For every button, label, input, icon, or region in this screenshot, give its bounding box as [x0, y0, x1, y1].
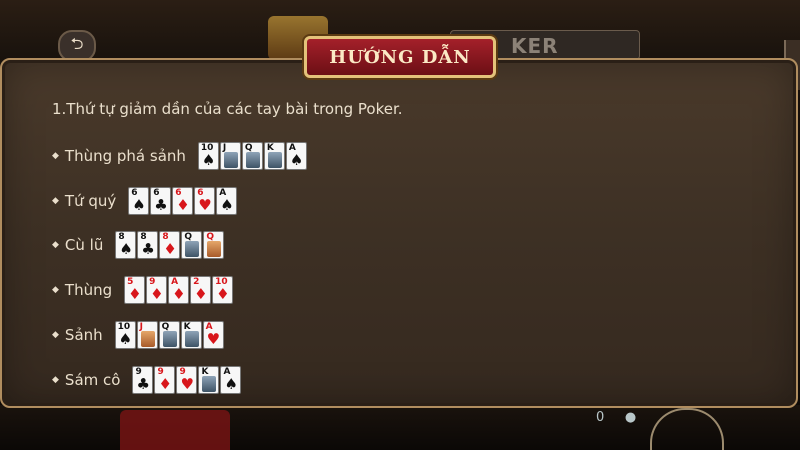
card-rank: Q — [161, 322, 170, 332]
playing-card-icon: 2 ♦ — [190, 276, 212, 304]
dialog-title: HƯỚNG DẪN — [329, 46, 471, 68]
playing-card-icon: 8 ♣ — [137, 231, 159, 259]
hand-row: ◆ Thùng 5 ♦ 9 ♦ A ♦ 2 ♦ 10 ♦ — [52, 276, 234, 304]
playing-card-icon: 9 ♦ — [146, 276, 168, 304]
card-suit-icon: ♠ — [224, 375, 238, 393]
card-suit-icon: ♦ — [194, 285, 208, 303]
card-suit-icon: ♠ — [201, 151, 216, 169]
hand-name: Sám cô — [64, 371, 121, 389]
playing-card-icon: 10 ♦ — [212, 276, 234, 304]
card-suit-icon: ♠ — [118, 330, 133, 348]
playing-card-icon: J♦ — [136, 321, 158, 349]
card-suit-icon: ♦ — [163, 240, 177, 258]
bullet-icon: ◆ — [52, 196, 59, 206]
playing-card-icon: 6 ♣ — [150, 187, 172, 215]
card-suit-icon: ♦ — [172, 285, 186, 303]
hand-row: ◆ Sảnh 10♠J♦Q♣K♣A♥ — [52, 321, 224, 349]
hand-name: Cù lũ — [64, 236, 104, 254]
card-suit-icon: ♥ — [206, 330, 221, 348]
card-rank: Q — [206, 232, 215, 242]
hand-name: Thùng phá sảnh — [64, 147, 186, 165]
playing-card-icon: Q♠ — [241, 142, 263, 170]
dialog-title-badge: HƯỚNG DẪN — [304, 36, 496, 78]
hand-name: Tứ quý — [64, 192, 117, 210]
card-rank: K — [183, 322, 191, 332]
card-suit-icon: ♠ — [119, 240, 133, 258]
card-group: 9♣9♦9♥K♣A♠ — [132, 366, 242, 394]
card-rank: K — [201, 367, 209, 377]
hand-name: Sảnh — [64, 326, 103, 344]
card-suit-icon: ♦ — [158, 375, 172, 393]
bullet-icon: ◆ — [52, 285, 59, 295]
card-suit-icon: ♣ — [141, 240, 155, 258]
playing-card-icon: 9 ♦ — [154, 366, 176, 394]
card-suit-icon: ♦ — [216, 285, 230, 303]
playing-card-icon: Q♦ — [203, 231, 225, 259]
card-group: 8♠8♣8♦Q♣Q♦ — [115, 231, 225, 259]
card-rank: Q — [244, 143, 253, 153]
card-suit-icon: ♦ — [128, 285, 142, 303]
playing-card-icon: A ♠ — [220, 366, 242, 394]
guide-intro-text: 1.Thứ tự giảm dần của các tay bài trong … — [52, 100, 403, 118]
card-suit-icon: ♦ — [150, 285, 164, 303]
hand-name: Thùng — [64, 281, 113, 299]
card-suit-icon: ♥ — [198, 196, 212, 214]
card-suit-icon: ♦ — [176, 196, 190, 214]
playing-card-icon: 8 ♦ — [159, 231, 181, 259]
playing-card-icon: K♠ — [263, 142, 285, 170]
playing-card-icon: A ♥ — [202, 321, 224, 349]
playing-card-icon: A ♦ — [168, 276, 190, 304]
card-group: 10♠J♠Q♠K♠A♠ — [197, 142, 307, 170]
playing-card-icon: 10 ♠ — [114, 321, 136, 349]
playing-card-icon: 10 ♠ — [197, 142, 219, 170]
card-suit-icon: ♠ — [132, 196, 146, 214]
hand-row: ◆Sám cô9♣9♦9♥K♣A♠ — [52, 366, 242, 394]
card-rank: Q — [184, 232, 193, 242]
playing-card-icon: 6 ♠ — [128, 187, 150, 215]
card-rank: J — [139, 322, 144, 332]
card-suit-icon: ♠ — [220, 196, 234, 214]
card-group: 5 ♦ 9 ♦ A ♦ 2 ♦ 10 ♦ — [124, 276, 234, 304]
hand-row: ◆Cù lũ8♠8♣8♦Q♣Q♦ — [52, 231, 225, 259]
card-suit-icon: ♣ — [136, 375, 150, 393]
playing-card-icon: 8 ♠ — [115, 231, 137, 259]
card-rank: J — [222, 143, 227, 153]
card-rank: K — [266, 143, 274, 153]
hand-row: ◆Thùng phá sảnh10♠J♠Q♠K♠A♠ — [52, 142, 307, 170]
card-suit-icon: ♣ — [154, 196, 168, 214]
playing-card-icon: K♣ — [198, 366, 220, 394]
bullet-icon: ◆ — [52, 240, 59, 250]
playing-card-icon: A ♠ — [216, 187, 238, 215]
hand-row: ◆ Tứ quý 6 ♠ 6 ♣ 6 ♦ 6 ♥ A ♠ — [52, 187, 238, 215]
playing-card-icon: J♠ — [219, 142, 241, 170]
bullet-icon: ◆ — [52, 375, 59, 385]
bottom-status-icons: 0 ● — [596, 410, 637, 425]
playing-card-icon: K♣ — [180, 321, 202, 349]
playing-card-icon: Q♣ — [181, 231, 203, 259]
playing-card-icon: 9 ♥ — [176, 366, 198, 394]
playing-card-icon: 9 ♣ — [132, 366, 154, 394]
card-group: 10♠J♦Q♣K♣A♥ — [114, 321, 224, 349]
playing-card-icon: A ♠ — [285, 142, 307, 170]
playing-card-icon: 6 ♦ — [172, 187, 194, 215]
bullet-icon: ◆ — [52, 330, 59, 340]
playing-card-icon: 6 ♥ — [194, 187, 216, 215]
playing-card-icon: 5 ♦ — [124, 276, 146, 304]
bullet-icon: ◆ — [52, 151, 59, 161]
table-chair — [120, 410, 230, 450]
card-suit-icon: ♥ — [180, 375, 194, 393]
back-arrow-icon: ⮌ — [70, 33, 84, 53]
card-group: 6 ♠ 6 ♣ 6 ♦ 6 ♥ A ♠ — [128, 187, 238, 215]
card-suit-icon: ♠ — [289, 151, 304, 169]
playing-card-icon: Q♣ — [158, 321, 180, 349]
